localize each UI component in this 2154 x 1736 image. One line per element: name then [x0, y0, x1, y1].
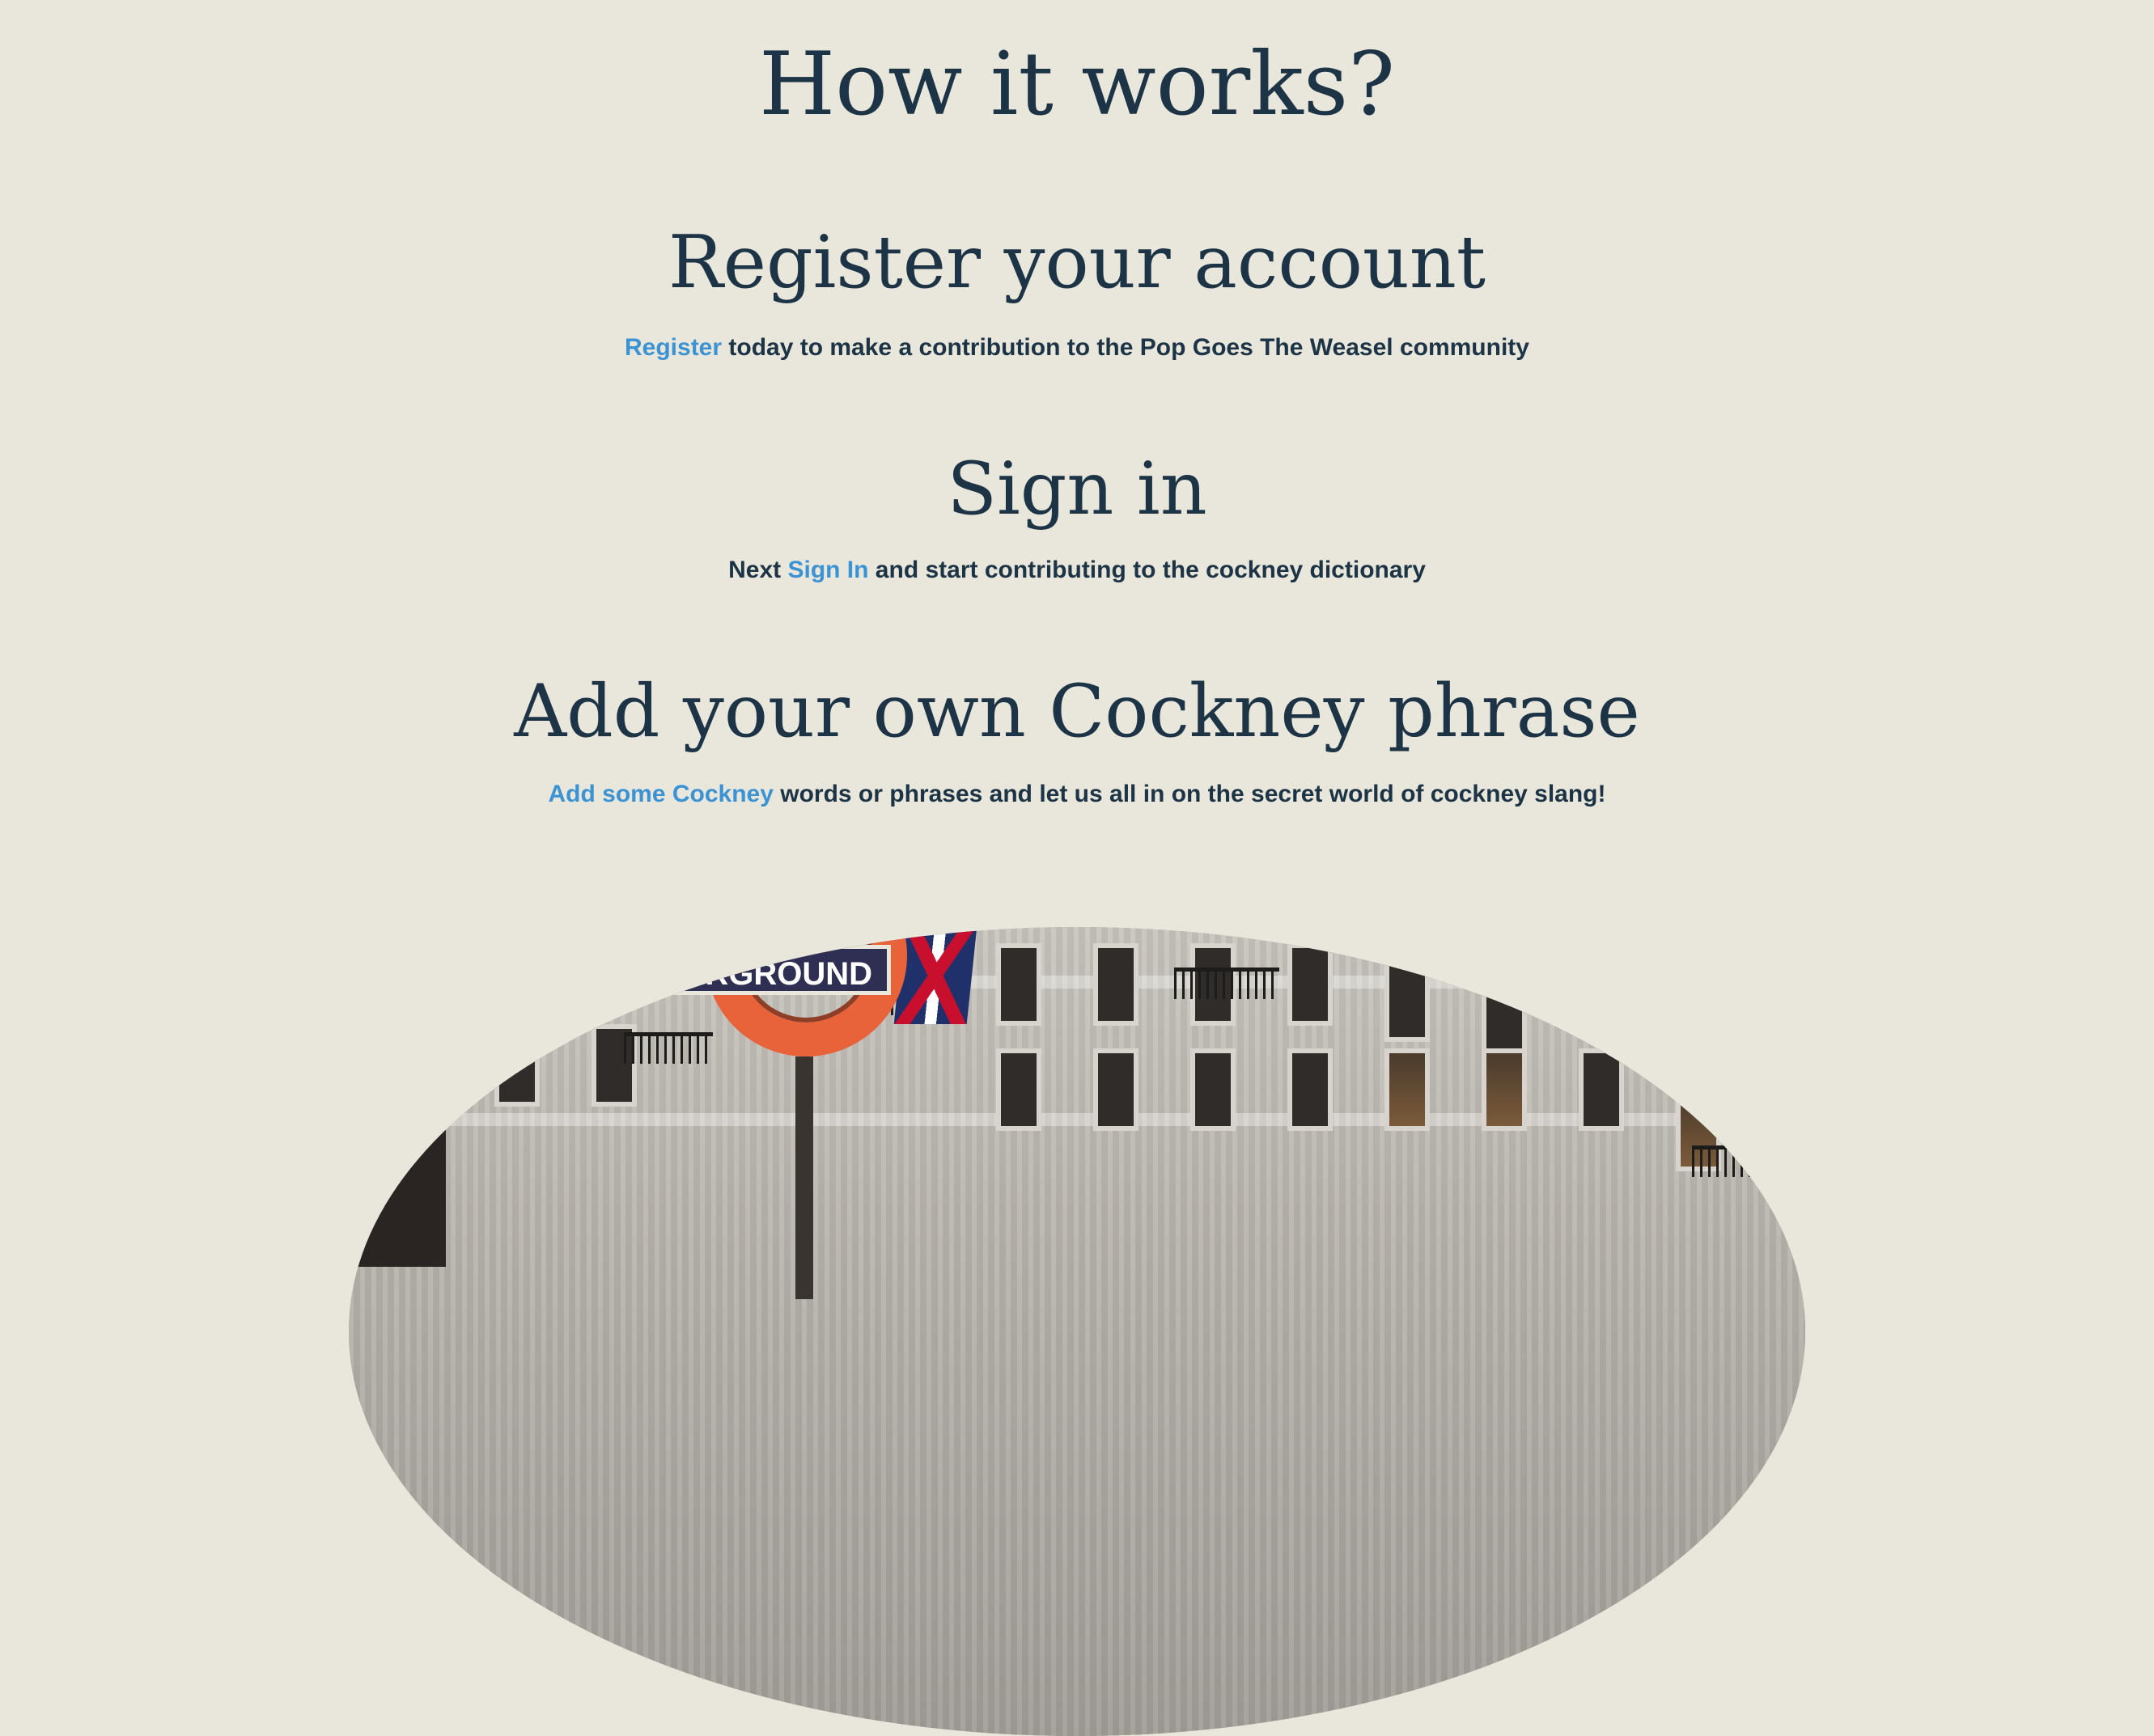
balcony-railing: [1692, 1145, 1805, 1177]
window: [1482, 1048, 1527, 1131]
dark-column: [349, 1024, 446, 1267]
how-it-works-page: How it works? Register your account Regi…: [0, 0, 2154, 1736]
register-step-title: Register your account: [668, 220, 1486, 305]
window: [1093, 1048, 1138, 1131]
sign-in-step-text: and start contributing to the cockney di…: [868, 557, 1426, 583]
window: [996, 943, 1041, 1026]
add-phrase-step-description: Add some Cockney words or phrases and le…: [0, 777, 2154, 812]
sign-in-link[interactable]: Sign In: [787, 557, 868, 583]
register-step-text: today to make a contribution to the Pop …: [722, 334, 1529, 361]
sign-in-step-title: Sign in: [947, 447, 1207, 531]
window: [1579, 1048, 1624, 1131]
window: [996, 1048, 1041, 1131]
window: [1482, 976, 1527, 1058]
window: [1190, 1048, 1236, 1131]
balcony-railing: [624, 1032, 713, 1064]
add-phrase-step-title: Add your own Cockney phrase: [514, 669, 1640, 754]
union-flag: [893, 927, 977, 1024]
sign-in-step-description: Next Sign In and start contributing to t…: [0, 553, 2154, 588]
page-title: How it works?: [758, 34, 1396, 135]
floor-band: [349, 976, 1805, 989]
window: [494, 1024, 540, 1107]
london-underground-hero-image: ERGROUND: [349, 927, 1805, 1736]
sign-in-step-prefix: Next: [728, 557, 788, 583]
register-link[interactable]: Register: [625, 334, 722, 361]
window: [1384, 1048, 1430, 1131]
window: [1093, 943, 1138, 1026]
window: [1287, 943, 1333, 1026]
underground-sign-bar: ERGROUND: [624, 945, 891, 995]
add-phrase-step-text: words or phrases and let us all in on th…: [773, 781, 1606, 807]
sign-pole: [795, 1056, 813, 1299]
register-step-description: Register today to make a contribution to…: [0, 330, 2154, 366]
add-cockney-link[interactable]: Add some Cockney: [548, 781, 773, 807]
window: [1287, 1048, 1333, 1131]
window: [1384, 959, 1430, 1042]
balcony-railing: [1174, 968, 1279, 999]
